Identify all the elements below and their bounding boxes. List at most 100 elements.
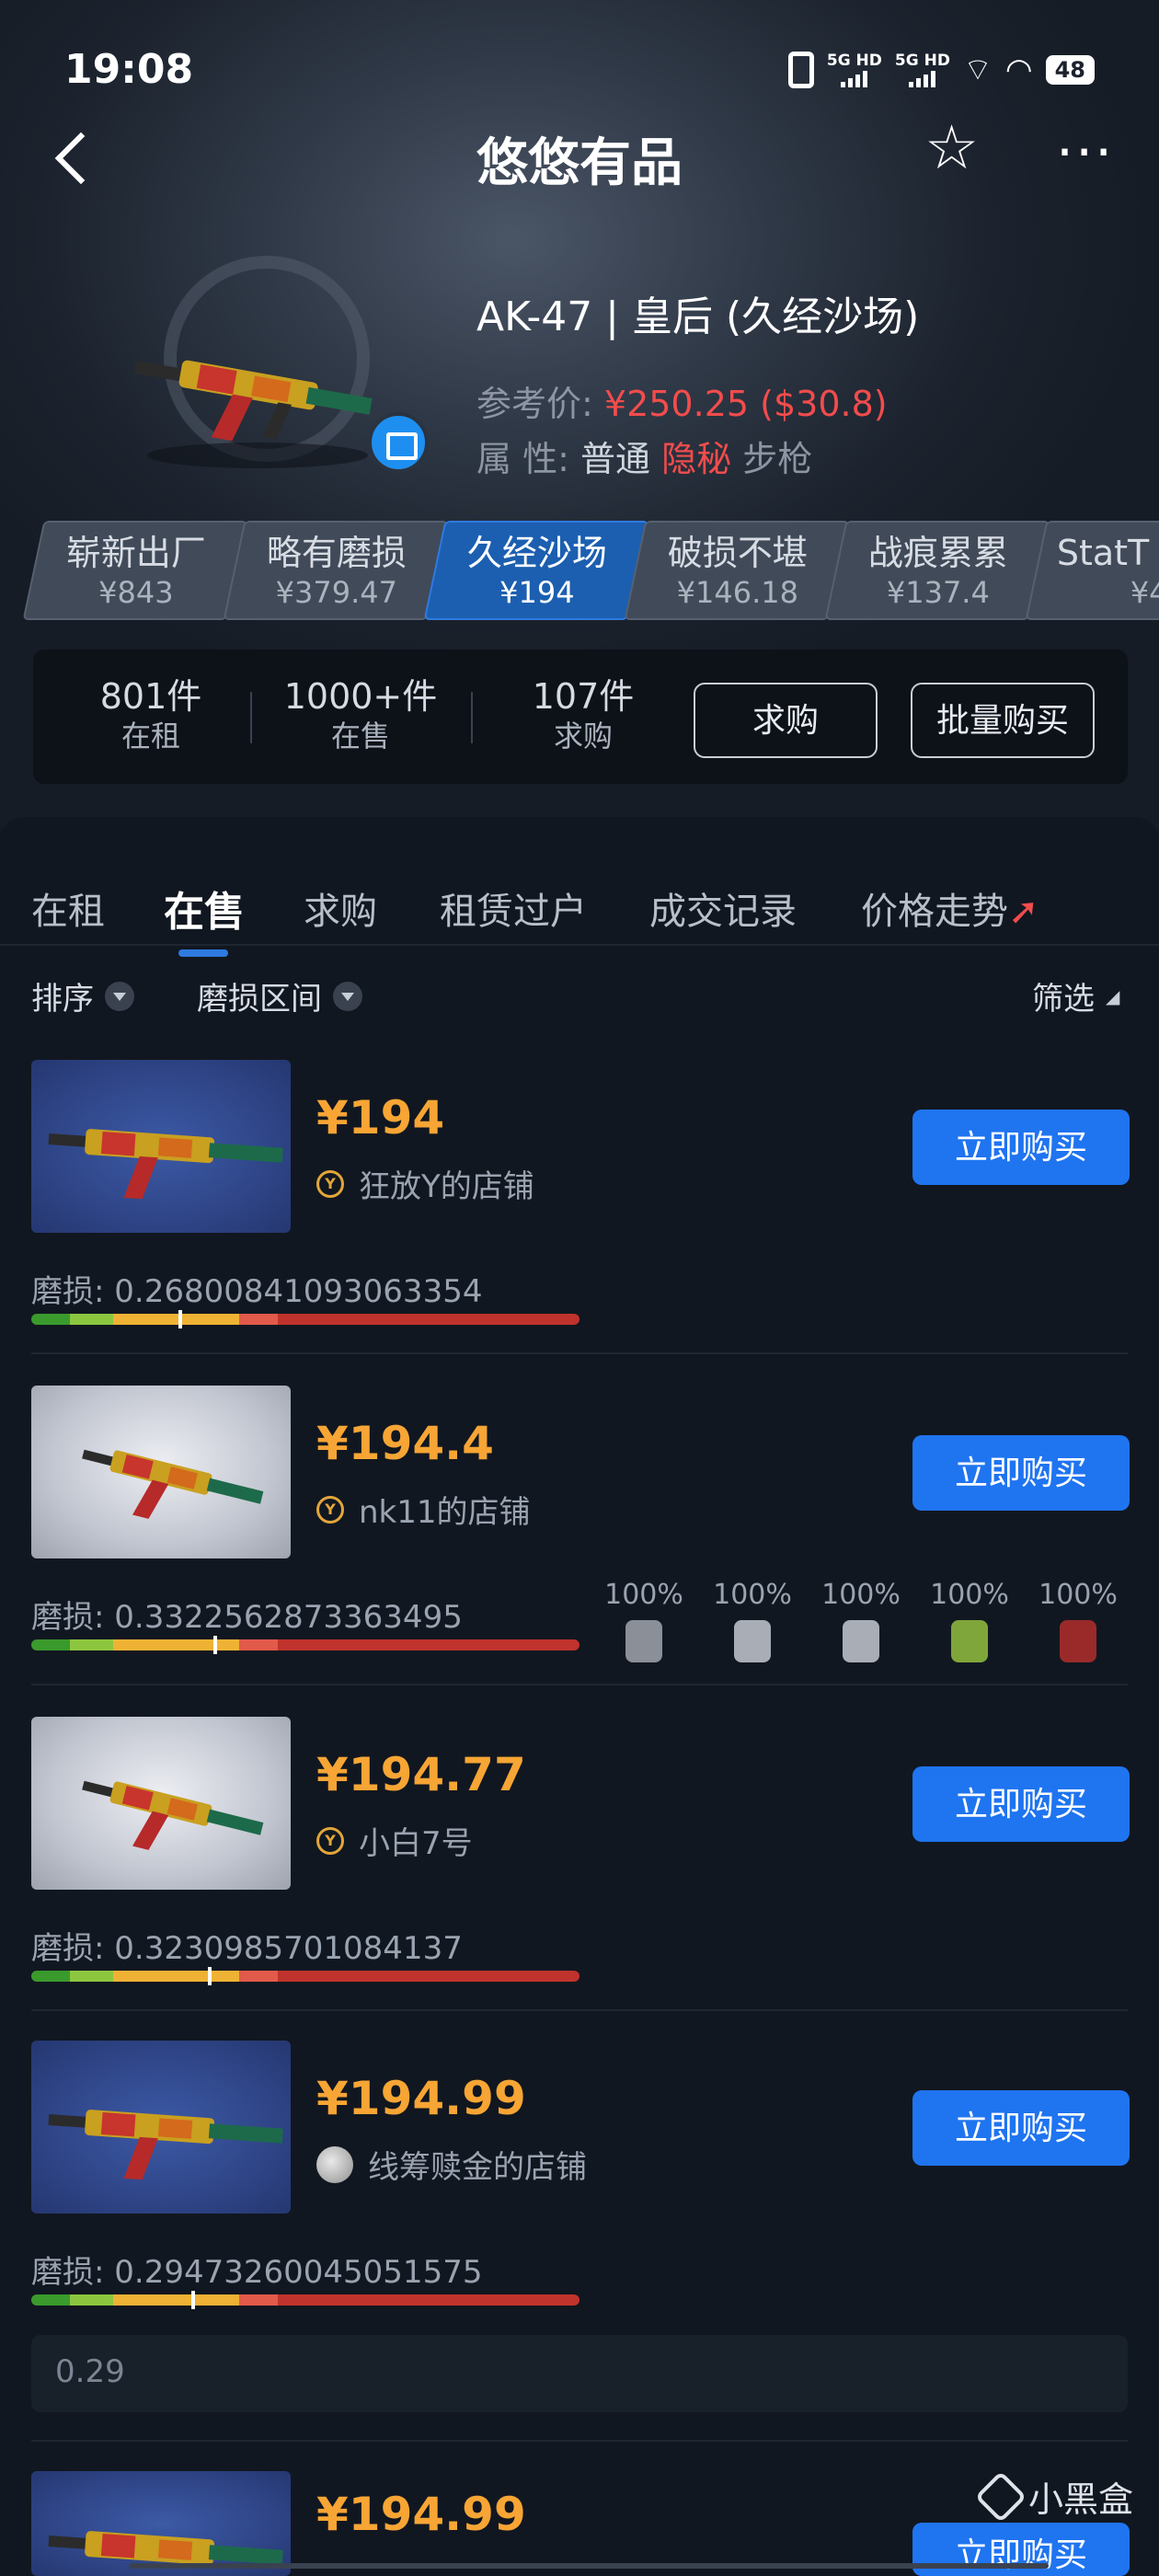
wear-marker bbox=[208, 1967, 212, 1985]
wear-bar bbox=[31, 2294, 580, 2306]
product-attributes: 属 性: 普通 隐秘 步枪 bbox=[476, 439, 813, 479]
sticker[interactable]: 100% bbox=[924, 1579, 1016, 1662]
wear-value: 磨损: 0.3230985701084137 bbox=[31, 1930, 463, 1967]
wear-range-dropdown[interactable]: 磨损区间 bbox=[197, 973, 362, 1018]
shop-avatar bbox=[316, 2145, 353, 2183]
tab-rent[interactable]: 在租 bbox=[31, 881, 105, 935]
sticker[interactable]: 100% bbox=[598, 1579, 690, 1662]
hotspot-icon: ⌔ bbox=[962, 52, 993, 88]
filter-bar: 排序 磨损区间 筛选 ◢ bbox=[0, 962, 1159, 1036]
status-icons: 5G HD 5G HD ⌔ ◠ 48 bbox=[787, 50, 1095, 89]
item-thumbnail bbox=[31, 1386, 291, 1558]
listing-note: 0.29 bbox=[31, 2335, 1128, 2412]
filter-button[interactable]: 筛选 ◢ bbox=[1032, 973, 1119, 1018]
wear-tab-factory-new[interactable]: 崭新出厂 ¥843 bbox=[22, 521, 248, 620]
wear-bar bbox=[31, 1971, 580, 1982]
shop-name[interactable]: Y 狂放Y的店铺 bbox=[316, 1161, 534, 1206]
item-thumbnail bbox=[31, 1717, 291, 1890]
rent-stat[interactable]: 801件 在租 bbox=[59, 675, 243, 754]
sticker-icon bbox=[734, 1620, 771, 1662]
wear-tab-well-worn[interactable]: 破损不堪 ¥146.18 bbox=[624, 521, 850, 620]
reference-price: 参考价: ¥250.25 ($30.8) bbox=[476, 384, 888, 424]
trend-up-icon: ➚ bbox=[1008, 891, 1039, 933]
buy-now-button[interactable]: 立即购买 bbox=[912, 1766, 1130, 1842]
signal-icon: 5G HD bbox=[827, 52, 882, 87]
shop-name[interactable]: 线筹赎金的店铺 bbox=[316, 2142, 587, 2187]
wear-tab-stattrak[interactable]: StatT ¥48 bbox=[1025, 521, 1159, 620]
buy-now-button[interactable]: 立即购买 bbox=[912, 1110, 1130, 1185]
shop-logo-icon: Y bbox=[316, 1495, 344, 1524]
wear-bar bbox=[31, 1639, 580, 1650]
want-stat[interactable]: 107件 求购 bbox=[491, 675, 675, 754]
product-image bbox=[133, 256, 373, 468]
sticker[interactable]: 100% bbox=[1032, 1579, 1124, 1662]
wear-value: 磨损: 0.3322562873363495 bbox=[31, 1599, 463, 1636]
wifi-icon: ◠ bbox=[1004, 51, 1033, 88]
market-stats: 801件 在租 1000+件 在售 107件 求购 求购 批量购买 bbox=[33, 650, 1128, 784]
wear-value: 磨损: 0.26800841093063354 bbox=[31, 1273, 483, 1310]
tab-price-trend[interactable]: 价格走势➚ bbox=[861, 881, 1039, 935]
listing-tabs: 在租 在售 求购 租赁过户 成交记录 价格走势➚ bbox=[0, 854, 1159, 957]
bulk-buy-button[interactable]: 批量购买 bbox=[911, 683, 1095, 758]
divider bbox=[31, 2009, 1128, 2011]
divider bbox=[250, 692, 252, 743]
want-to-buy-button[interactable]: 求购 bbox=[694, 683, 878, 758]
battery-icon: 48 bbox=[1045, 54, 1095, 85]
wear-tab-field-tested[interactable]: 久经沙场 ¥194 bbox=[423, 521, 649, 620]
wear-marker bbox=[178, 1310, 182, 1328]
sale-stat[interactable]: 1000+件 在售 bbox=[269, 675, 453, 754]
sticker-icon bbox=[625, 1620, 662, 1662]
sort-dropdown[interactable]: 排序 bbox=[31, 973, 134, 1018]
more-icon[interactable]: ··· bbox=[1056, 125, 1114, 180]
buy-now-button[interactable]: 立即购买 bbox=[912, 2090, 1130, 2166]
item-thumbnail bbox=[31, 2041, 291, 2214]
divider bbox=[31, 2440, 1128, 2442]
item-thumbnail bbox=[31, 2471, 291, 2576]
listing-price: ¥194.77 bbox=[316, 1748, 526, 1801]
tab-rental-transfer[interactable]: 租赁过户 bbox=[440, 881, 587, 935]
wear-bar bbox=[31, 1314, 580, 1325]
xiaoheihe-logo-icon bbox=[974, 2470, 1027, 2523]
wear-value: 磨损: 0.29473260045051575 bbox=[31, 2254, 483, 2291]
shop-logo-icon: Y bbox=[316, 1169, 344, 1198]
shop-logo-icon: Y bbox=[316, 1826, 344, 1855]
sticker[interactable]: 100% bbox=[706, 1579, 798, 1662]
status-time: 19:08 bbox=[64, 46, 194, 93]
divider bbox=[471, 692, 473, 743]
sticker-list: 100% 100% 100% 100% 100% bbox=[598, 1579, 1131, 1671]
status-bar: 19:08 5G HD 5G HD ⌔ ◠ 48 bbox=[64, 46, 1095, 101]
listing-price: ¥194 bbox=[316, 1091, 445, 1144]
page-title: 悠悠有品 bbox=[476, 133, 683, 193]
divider bbox=[31, 1352, 1128, 1354]
inspect-box-icon[interactable] bbox=[368, 412, 429, 473]
listing-price: ¥194.99 bbox=[316, 2072, 526, 2125]
chevron-down-icon bbox=[105, 981, 134, 1011]
shop-name[interactable]: Ynk11的店铺 bbox=[316, 1487, 531, 1532]
product-name: AK-47 | 皇后 (久经沙场) bbox=[476, 293, 920, 340]
favorite-star-icon[interactable]: ☆ bbox=[924, 118, 979, 178]
item-thumbnail bbox=[31, 1060, 291, 1233]
tab-buy-orders[interactable]: 求购 bbox=[304, 881, 377, 935]
wear-marker bbox=[191, 2291, 195, 2309]
chevron-down-icon bbox=[333, 981, 362, 1011]
filter-triangle-icon: ◢ bbox=[1106, 984, 1120, 1007]
sticker-icon bbox=[843, 1620, 879, 1662]
buy-now-button[interactable]: 立即购买 bbox=[912, 1435, 1130, 1511]
sticker-icon bbox=[951, 1620, 988, 1662]
signal-icon-2: 5G HD bbox=[895, 52, 950, 87]
tab-transaction-history[interactable]: 成交记录 bbox=[649, 881, 797, 935]
wear-tab-battle-scarred[interactable]: 战痕累累 ¥137.4 bbox=[824, 521, 1050, 620]
wear-marker bbox=[213, 1636, 217, 1654]
shop-name[interactable]: Y 小白7号 bbox=[316, 1818, 473, 1863]
wear-tab-minimal-wear[interactable]: 略有磨损 ¥379.47 bbox=[223, 521, 449, 620]
listing-price: ¥194.4 bbox=[316, 1417, 494, 1470]
sticker[interactable]: 100% bbox=[815, 1579, 907, 1662]
watermark: 小黑盒 bbox=[974, 2470, 1133, 2523]
vibrate-icon bbox=[787, 51, 814, 88]
sticker-icon bbox=[1060, 1620, 1096, 1662]
active-tab-indicator bbox=[178, 949, 228, 957]
home-indicator bbox=[129, 2563, 1049, 2569]
listing-price: ¥194.99 bbox=[316, 2488, 526, 2541]
divider bbox=[31, 1684, 1128, 1685]
tab-on-sale[interactable]: 在售 bbox=[164, 879, 245, 937]
